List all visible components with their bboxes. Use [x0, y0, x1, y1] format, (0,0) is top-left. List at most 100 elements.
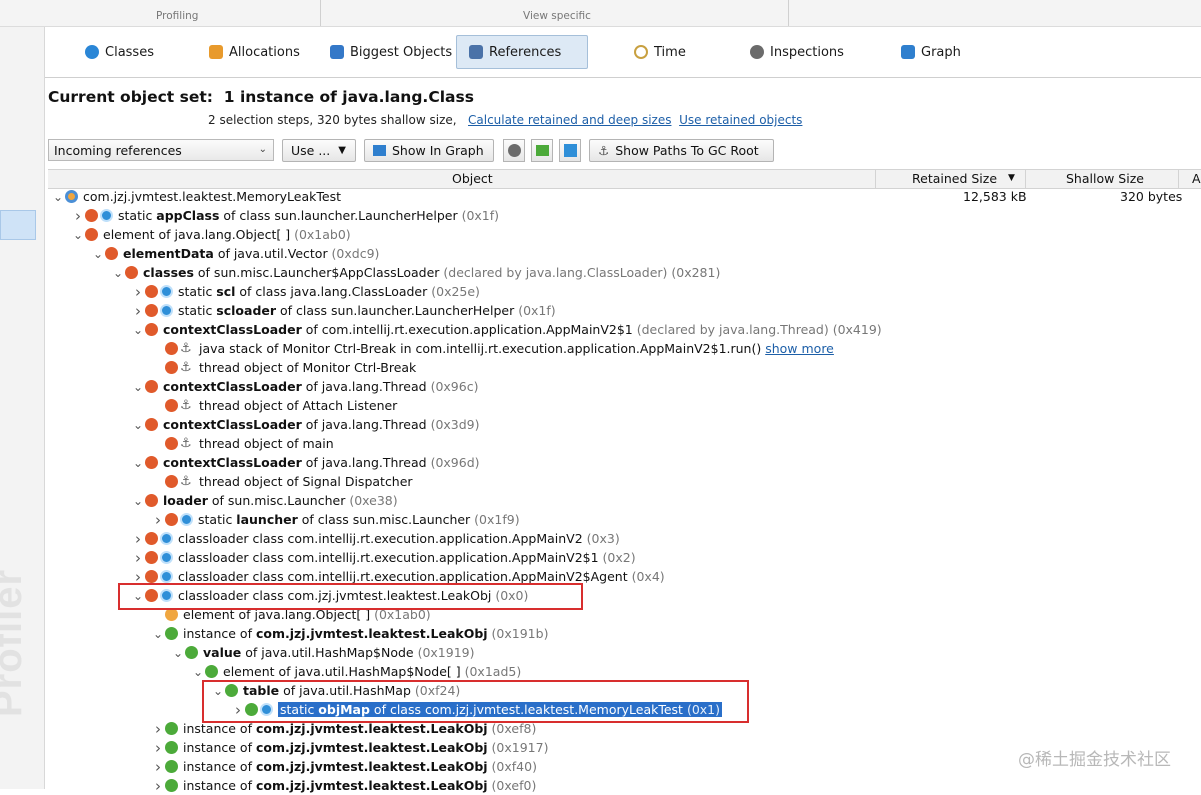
expand-toggle-collapsed[interactable]: › — [151, 739, 165, 757]
tab-time[interactable]: Time — [622, 35, 698, 69]
extra-column-header[interactable]: A — [1192, 171, 1201, 186]
retained-size-column-header[interactable]: Retained Size — [912, 171, 997, 186]
selection-summary: 2 selection steps, 320 bytes shallow siz… — [208, 113, 802, 127]
expand-toggle-collapsed[interactable]: › — [151, 511, 165, 529]
show-more-link[interactable]: show more — [765, 341, 834, 356]
tree-row[interactable]: › classloader class com.intellij.rt.execu… — [48, 529, 1201, 548]
row-post-text: of class sun.misc.Launcher — [297, 512, 471, 527]
reference-icon — [145, 570, 158, 583]
show-in-graph-button[interactable]: Show In Graph — [364, 139, 494, 162]
row-pre-text: static — [118, 208, 157, 223]
graph-icon — [373, 145, 386, 156]
tab-allocations[interactable]: Allocations — [197, 35, 312, 69]
tree-row[interactable]: ⌄ element of java.lang.Object[ ] (0x1ab0) — [48, 225, 1201, 244]
expand-toggle-collapsed[interactable]: › — [131, 549, 145, 567]
tree-row[interactable]: ⌄ loader of sun.misc.Launcher (0xe38) — [48, 491, 1201, 510]
reference-icon — [145, 323, 158, 336]
anchor-icon: ⚓ — [180, 360, 192, 375]
tree-row[interactable]: ⚓ thread object of main — [48, 434, 1201, 453]
reference-icon — [85, 209, 98, 222]
tree-row[interactable]: ⚓ thread object of Signal Dispatcher — [48, 472, 1201, 491]
tree-row[interactable]: ⌄ instance of com.jzj.jvmtest.leaktest.Le… — [48, 624, 1201, 643]
tree-row[interactable]: ⌄ com.jzj.jvmtest.leaktest.MemoryLeakTest… — [48, 187, 1201, 206]
tree-row[interactable]: ⌄ classes of sun.misc.Launcher$AppClassLo… — [48, 263, 1201, 282]
tree-row[interactable]: ⌄ elementData of java.util.Vector (0xdc9) — [48, 244, 1201, 263]
settings-button[interactable] — [503, 139, 525, 162]
expand-toggle-expanded[interactable]: ⌄ — [151, 627, 165, 641]
top-ribbon: Profiling View specific — [0, 0, 1201, 27]
tree-row[interactable]: › instance of com.jzj.jvmtest.leaktest.Le… — [48, 776, 1201, 795]
use-retained-link[interactable]: Use retained objects — [679, 113, 802, 127]
tree-row[interactable]: ⚓ java stack of Monitor Ctrl-Break in com… — [48, 339, 1201, 358]
selection-steps-text: 2 selection steps, 320 bytes shallow siz… — [208, 113, 457, 127]
tab-classes[interactable]: Classes — [73, 35, 166, 69]
expand-toggle-expanded[interactable]: ⌄ — [131, 418, 145, 432]
tree-row[interactable]: ⌄ contextClassLoader of java.lang.Thread … — [48, 453, 1201, 472]
row-pre-text: thread object of main — [199, 436, 334, 451]
tab-biggest-objects[interactable]: Biggest Objects — [318, 35, 464, 69]
tree-row[interactable]: ⌄ element of java.util.HashMap$Node[ ] (0… — [48, 662, 1201, 681]
sidebar-selected-item[interactable] — [0, 210, 36, 240]
expand-toggle-collapsed[interactable]: › — [151, 720, 165, 738]
row-grey-text: (0x1f) — [514, 303, 556, 318]
reference-icon — [165, 437, 178, 450]
reference-icon — [145, 380, 158, 393]
row-pre-text: instance of — [183, 778, 256, 793]
tree-row[interactable]: ⌄ contextClassLoader of java.lang.Thread … — [48, 415, 1201, 434]
use-button[interactable]: Use ... ▼ — [282, 139, 356, 162]
tree-row[interactable]: ⚓ thread object of Monitor Ctrl-Break — [48, 358, 1201, 377]
expand-toggle-expanded[interactable]: ⌄ — [131, 456, 145, 470]
tree-row[interactable]: › static appClass of class sun.launcher.L… — [48, 206, 1201, 225]
expand-toggle-expanded[interactable]: ⌄ — [131, 323, 145, 337]
row-grey-text: (0x96d) — [426, 455, 480, 470]
tree-row[interactable]: › classloader class com.intellij.rt.execu… — [48, 548, 1201, 567]
expand-toggle-collapsed[interactable]: › — [151, 758, 165, 776]
expand-toggle-expanded[interactable]: ⌄ — [91, 247, 105, 261]
object-column-header[interactable]: Object — [452, 171, 493, 186]
tab-inspections[interactable]: Inspections — [738, 35, 856, 69]
expand-toggle-collapsed[interactable]: › — [71, 207, 85, 225]
row-grey-text: (0x1ab0) — [290, 227, 351, 242]
reference-mode-select[interactable]: Incoming references ⌄ — [48, 139, 274, 161]
object-icon — [65, 190, 78, 203]
tree-row[interactable]: › static scl of class java.lang.ClassLoad… — [48, 282, 1201, 301]
expand-toggle-expanded[interactable]: ⌄ — [71, 228, 85, 242]
use-button-label: Use ... — [291, 143, 331, 158]
tab-label: References — [489, 44, 562, 60]
row-bold-text: value — [203, 645, 242, 660]
row-grey-text: (0x191b) — [487, 626, 549, 641]
expand-toggle-collapsed[interactable]: › — [131, 302, 145, 320]
expand-toggle-collapsed[interactable]: › — [131, 283, 145, 301]
column-divider — [1178, 170, 1179, 188]
tree-row[interactable]: ⚓ thread object of Attach Listener — [48, 396, 1201, 415]
export-button[interactable] — [531, 139, 553, 162]
shallow-size-value: 320 bytes — [1120, 189, 1183, 204]
gear-icon — [507, 144, 521, 157]
row-bold-text: scloader — [216, 303, 277, 318]
tab-references[interactable]: References — [456, 35, 588, 69]
tree-row[interactable]: ⌄ contextClassLoader of com.intellij.rt.e… — [48, 320, 1201, 339]
tree-row[interactable]: ⌄ value of java.util.HashMap$Node (0x1919… — [48, 643, 1201, 662]
expand-toggle-expanded[interactable]: ⌄ — [131, 380, 145, 394]
tree-row[interactable]: ⌄ contextClassLoader of java.lang.Thread … — [48, 377, 1201, 396]
expand-toggle-expanded[interactable]: ⌄ — [191, 665, 205, 679]
expand-toggle-expanded[interactable]: ⌄ — [111, 266, 125, 280]
reference-icon — [165, 361, 178, 374]
references-icon — [469, 45, 483, 59]
calculate-retained-link[interactable]: Calculate retained and deep sizes — [468, 113, 671, 127]
expand-toggle-collapsed[interactable]: › — [151, 777, 165, 795]
highlight-box-gc-root-path — [202, 680, 749, 723]
info-button[interactable] — [559, 139, 581, 162]
reference-icon — [145, 304, 158, 317]
tab-graph[interactable]: Graph — [889, 35, 973, 69]
expand-toggle-expanded[interactable]: ⌄ — [51, 190, 65, 204]
tree-row[interactable]: › static launcher of class sun.misc.Launc… — [48, 510, 1201, 529]
row-grey-text: (0x2) — [598, 550, 636, 565]
row-grey-text: (0xdc9) — [327, 246, 380, 261]
expand-toggle-expanded[interactable]: ⌄ — [131, 494, 145, 508]
expand-toggle-expanded[interactable]: ⌄ — [171, 646, 185, 660]
expand-toggle-collapsed[interactable]: › — [131, 530, 145, 548]
tree-row[interactable]: › static scloader of class sun.launcher.L… — [48, 301, 1201, 320]
shallow-size-column-header[interactable]: Shallow Size — [1066, 171, 1144, 186]
show-paths-to-gc-root-button[interactable]: ⚓ Show Paths To GC Root — [589, 139, 774, 162]
